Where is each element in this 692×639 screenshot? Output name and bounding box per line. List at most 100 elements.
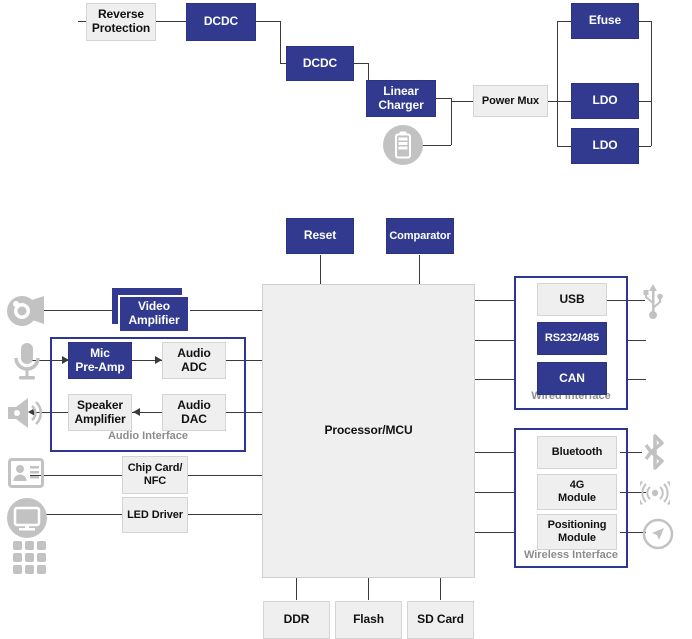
- block-label: Processor/MCU: [324, 423, 413, 438]
- block-label: Video: [138, 299, 170, 314]
- block-led-driver[interactable]: LED Driver: [122, 497, 188, 533]
- block-speaker-amplifier[interactable]: Speaker Amplifier: [68, 394, 132, 431]
- block-label: DAC: [181, 411, 207, 426]
- block-flash[interactable]: Flash: [335, 601, 402, 639]
- block-ldo-1[interactable]: LDO: [571, 83, 639, 119]
- camera-icon: [6, 290, 48, 332]
- block-bluetooth[interactable]: Bluetooth: [537, 436, 617, 469]
- connector-line: [557, 21, 571, 22]
- block-label: LDO: [592, 93, 618, 108]
- block-label: Reset: [303, 228, 337, 243]
- block-reset[interactable]: Reset: [286, 218, 354, 254]
- usb-icon: [640, 283, 666, 319]
- block-sd-card[interactable]: SD Card: [407, 601, 474, 639]
- block-power-mux[interactable]: Power Mux: [473, 85, 548, 117]
- connector-line: [475, 379, 514, 380]
- block-label: Flash: [353, 612, 384, 627]
- block-label: Pre-Amp: [75, 359, 125, 374]
- block-label: LDO: [592, 138, 618, 153]
- block-label: Amplifier: [128, 313, 180, 327]
- microphone-icon: [10, 340, 44, 382]
- block-label: Module: [558, 532, 596, 544]
- block-positioning-module[interactable]: Positioning Module: [537, 514, 617, 550]
- block-audio-adc[interactable]: Audio ADC: [162, 342, 226, 379]
- connector-line: [547, 101, 557, 102]
- block-label: NFC: [143, 475, 167, 487]
- block-efuse[interactable]: Efuse: [571, 3, 639, 39]
- block-label: Reverse: [97, 7, 144, 22]
- block-label: Linear: [383, 83, 419, 98]
- keypad-icon: [12, 540, 48, 576]
- block-video-amplifier[interactable]: Video Amplifier: [118, 295, 190, 333]
- connector-line: [557, 101, 571, 102]
- block-ddr[interactable]: DDR: [263, 601, 330, 639]
- block-label: Chip Card/: [127, 462, 183, 475]
- block-label: Positioning: [547, 519, 607, 532]
- navigation-compass-icon: [642, 518, 674, 550]
- block-diagram-canvas: Reverse Protection DCDC DCDC Linear Char…: [0, 0, 692, 639]
- connector-line: [628, 379, 646, 380]
- block-reverse-protection[interactable]: Reverse Protection: [86, 3, 156, 41]
- antenna-signal-icon: [640, 480, 670, 506]
- block-label: RS232/485: [544, 332, 600, 345]
- block-audio-dac[interactable]: Audio DAC: [162, 394, 226, 431]
- block-linear-charger[interactable]: Linear Charger: [366, 80, 436, 117]
- group-label-wireless-interface: Wireless Interface: [523, 549, 619, 561]
- block-label: CAN: [559, 370, 585, 385]
- block-label: Audio: [177, 397, 211, 412]
- connector-line: [420, 145, 451, 146]
- connector-line: [354, 63, 368, 64]
- block-label: Comparator: [389, 229, 451, 242]
- block-ldo-2[interactable]: LDO: [571, 128, 639, 164]
- block-label: LED Driver: [127, 508, 183, 521]
- id-card-icon: [8, 458, 44, 488]
- speaker-icon: [6, 395, 44, 431]
- block-rs232-485[interactable]: RS232/485: [537, 322, 607, 355]
- connector-line: [440, 578, 441, 600]
- block-usb[interactable]: USB: [537, 283, 607, 316]
- block-processor-mcu[interactable]: Processor/MCU: [262, 284, 475, 578]
- connector-line: [475, 300, 514, 301]
- block-dcdc-1[interactable]: DCDC: [186, 3, 256, 41]
- block-label: 4G: [569, 479, 585, 492]
- block-label: Mic: [90, 345, 110, 360]
- block-label: Bluetooth: [551, 446, 603, 459]
- connector-line: [639, 146, 651, 147]
- connector-line: [639, 21, 651, 22]
- connector-line: [435, 98, 451, 99]
- connector-line: [296, 578, 297, 600]
- block-can[interactable]: CAN: [537, 362, 607, 395]
- connector-line: [188, 475, 262, 476]
- block-chip-card-nfc[interactable]: Chip Card/ NFC: [122, 456, 188, 494]
- block-4g-module[interactable]: 4G Module: [537, 474, 617, 510]
- connector-line: [36, 310, 118, 311]
- connector-line: [256, 21, 280, 22]
- connector-line: [451, 101, 473, 102]
- block-label: DCDC: [203, 14, 239, 29]
- connector-line: [475, 340, 514, 341]
- connector-line: [188, 310, 262, 311]
- block-label: Protection: [91, 21, 151, 35]
- block-label: Efuse: [588, 13, 622, 28]
- block-label: Amplifier: [74, 411, 126, 426]
- connector-line: [475, 492, 514, 493]
- connector-line: [451, 101, 452, 145]
- block-label: DCDC: [302, 55, 338, 70]
- block-label: Power Mux: [481, 94, 540, 107]
- connector-line: [320, 255, 321, 285]
- block-mic-pre-amp[interactable]: Mic Pre-Amp: [68, 342, 132, 379]
- connector-line: [475, 452, 514, 453]
- connector-line: [557, 146, 571, 147]
- connector-line: [557, 21, 558, 146]
- connector-line: [280, 21, 281, 63]
- bluetooth-icon: [641, 434, 669, 470]
- block-label: ADC: [181, 359, 207, 374]
- connector-line: [639, 101, 651, 102]
- block-comparator[interactable]: Comparator: [386, 218, 454, 254]
- connector-line: [188, 514, 262, 515]
- block-label: DDR: [283, 612, 310, 627]
- block-label: Speaker: [76, 397, 123, 412]
- block-label: SD Card: [417, 612, 464, 627]
- display-monitor-icon: [6, 497, 48, 539]
- block-dcdc-2[interactable]: DCDC: [286, 46, 354, 81]
